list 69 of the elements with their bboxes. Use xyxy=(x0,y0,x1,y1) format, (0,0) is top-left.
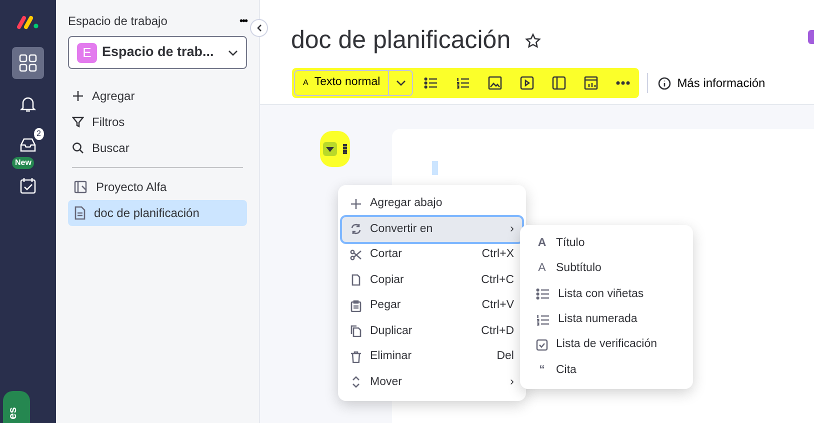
menu-item[interactable]: Eliminar Del xyxy=(342,344,522,370)
menu-item[interactable]: Copiar Ctrl+C xyxy=(342,268,522,293)
image-icon xyxy=(488,76,502,90)
info-icon xyxy=(658,76,672,90)
submenu-item[interactable]: A Subtítulo xyxy=(524,256,689,282)
clipboard-icon xyxy=(350,300,362,312)
text-cursor xyxy=(432,161,438,175)
numbered-list-icon xyxy=(536,314,550,326)
document-title: doc de planificación xyxy=(291,25,511,56)
trash-icon xyxy=(350,350,362,363)
sidebar-item[interactable]: doc de planificación xyxy=(68,200,247,226)
chevron-left-icon xyxy=(256,24,262,32)
copy-icon xyxy=(350,274,362,286)
chart-icon xyxy=(584,76,598,90)
video-icon xyxy=(520,76,534,90)
filter-icon xyxy=(72,116,84,128)
sidebar-action[interactable]: Filtros xyxy=(68,109,247,135)
button-edge[interactable] xyxy=(808,30,814,44)
info-link[interactable]: Más información xyxy=(647,73,772,93)
workspace-heading: Espacio de trabajo xyxy=(68,13,168,30)
layout-icon xyxy=(552,76,566,90)
document-icon xyxy=(74,206,86,220)
menu-item[interactable]: Cortar Ctrl+X xyxy=(342,242,522,268)
workspace-name: Espacio de trab... xyxy=(102,43,214,62)
sidebar-action[interactable]: Buscar xyxy=(68,135,247,161)
caret-icon xyxy=(228,50,238,56)
checkbox-icon xyxy=(536,338,548,351)
plus-icon xyxy=(350,198,362,210)
star-icon[interactable] xyxy=(524,33,541,49)
workspace-avatar: E xyxy=(77,42,97,62)
workspace-dropdown[interactable]: E Espacio de trab... xyxy=(68,36,247,69)
more-button[interactable]: ••• xyxy=(239,14,247,28)
numbered-list-icon xyxy=(456,77,470,89)
menu-item[interactable]: Agregar abajo xyxy=(342,191,522,216)
more-icon xyxy=(616,80,630,86)
submenu-item[interactable]: Lista con viñetas xyxy=(524,282,689,307)
submenu-item[interactable]: A Título xyxy=(524,231,689,256)
block-menu-button[interactable] xyxy=(323,142,337,156)
caret-down-icon xyxy=(326,146,334,152)
calendar-check-icon xyxy=(19,177,37,195)
submenu-item[interactable]: “ Cita xyxy=(524,357,689,383)
plus-icon xyxy=(72,90,84,102)
sidebar-item[interactable]: Proyecto Alfa xyxy=(68,174,247,200)
notification-badge: 2 xyxy=(34,128,44,140)
bulleted-list-icon xyxy=(424,77,438,89)
duplicate-icon xyxy=(350,325,362,338)
swap-arrows-icon xyxy=(350,223,362,236)
text-style-dropdown[interactable]: A Texto normal xyxy=(294,70,390,96)
menu-item[interactable]: Convertir en › xyxy=(342,216,522,242)
up-down-icon xyxy=(350,376,362,388)
sidebar-action[interactable]: Agregar xyxy=(68,83,247,109)
logo-icon xyxy=(16,14,40,30)
board-icon xyxy=(74,180,88,194)
drag-handle-icon xyxy=(343,144,347,154)
bulleted-list-icon xyxy=(536,288,550,300)
nav-button[interactable] xyxy=(12,47,44,79)
notification-badge: New xyxy=(12,157,34,169)
grid-icon xyxy=(18,53,38,73)
menu-item[interactable]: Mover › xyxy=(342,370,522,395)
menu-item[interactable]: Pegar Ctrl+V xyxy=(342,293,522,318)
side-tab[interactable]: es xyxy=(3,391,30,423)
submenu-item[interactable]: Lista numerada xyxy=(524,306,689,332)
bell-icon xyxy=(19,95,37,113)
scissors-icon xyxy=(350,248,362,261)
caret-icon xyxy=(396,80,406,86)
submenu-item[interactable]: Lista de verificación xyxy=(524,332,689,358)
menu-item[interactable]: Duplicar Ctrl+D xyxy=(342,318,522,344)
inbox-icon xyxy=(19,136,37,154)
search-icon xyxy=(72,142,84,154)
